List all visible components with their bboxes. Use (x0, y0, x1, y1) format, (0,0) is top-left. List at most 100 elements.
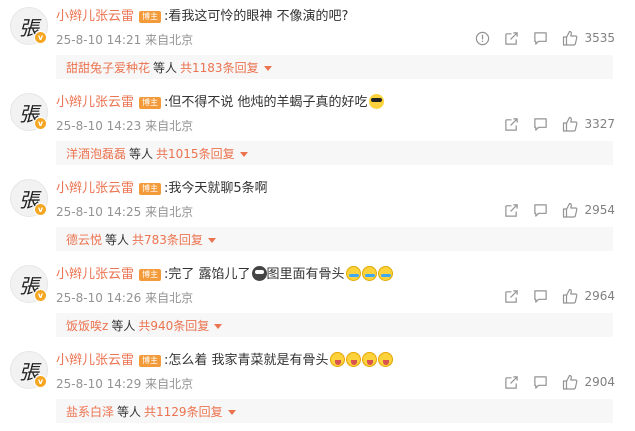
reply-count-link[interactable]: 共940条回复 (138, 319, 209, 333)
username-link[interactable]: 小辫儿张云雷 (56, 181, 134, 196)
comment-text: :完了 露馅儿了 (164, 267, 251, 282)
comment-actions: 3535 (461, 29, 615, 47)
like-button[interactable]: 3327 (562, 116, 615, 132)
author-tag: 博主 (139, 97, 162, 109)
reply-username[interactable]: 德云悦 (66, 233, 102, 247)
share-button[interactable] (504, 203, 519, 218)
reply-count-link[interactable]: 共783条回复 (132, 233, 203, 247)
reply-username[interactable]: 饭饭唉z (66, 319, 108, 333)
comment-item: 張 v 小辫儿张云雷 博主:完了 露馅儿了 图里面有骨头 25-8-10 14:26… (0, 258, 635, 344)
report-button[interactable] (475, 31, 490, 46)
comment-text-line: 小辫儿张云雷 博主:但不得不说 他炖的羊蝎子真的好吃 (56, 94, 384, 112)
like-icon (563, 288, 578, 304)
comment-time: 25-8-10 14:23 (56, 119, 142, 133)
report-icon (476, 31, 490, 45)
share-button[interactable] (504, 117, 519, 132)
comment-text: :但不得不说 他炖的羊蝎子真的好吃 (164, 95, 368, 110)
comment-text-line: 小辫儿张云雷 博主:看我这可怜的眼神 不像演的吧? (56, 8, 348, 26)
like-count: 3535 (584, 31, 615, 45)
reply-username[interactable]: 盐系白泽 (66, 405, 114, 419)
comment-time: 25-8-10 14:26 (56, 291, 142, 305)
comment-meta: 25-8-10 14:25 来自北京 (56, 203, 193, 220)
comment-time: 25-8-10 14:29 (56, 377, 142, 391)
comment-location: 来自北京 (145, 205, 194, 219)
share-icon (505, 375, 519, 389)
comment-meta: 25-8-10 14:23 来自北京 (56, 117, 193, 134)
comment-actions: 3327 (490, 115, 615, 133)
username-link[interactable]: 小辫儿张云雷 (56, 95, 134, 110)
verified-badge-icon: v (34, 203, 47, 216)
emoji-group (251, 266, 267, 282)
reply-summary-line[interactable]: 德云悦 等人 共783条回复 (66, 231, 216, 248)
reply-summary-line[interactable]: 洋酒泡磊磊 等人 共1015条回复 (66, 145, 248, 162)
chevron-down-icon (239, 152, 248, 157)
comment-button[interactable] (533, 375, 548, 390)
comment-button[interactable] (533, 289, 548, 304)
like-button[interactable]: 3535 (562, 30, 615, 46)
reply-count-link[interactable]: 共1015条回复 (156, 147, 235, 161)
emoji-group (368, 94, 384, 110)
comment-text-line: 小辫儿张云雷 博主:我今天就聊5条啊 (56, 180, 268, 198)
comment-actions: 2904 (490, 373, 615, 391)
laugh-emoji-icon (377, 352, 393, 367)
username-link[interactable]: 小辫儿张云雷 (56, 267, 134, 282)
reply-count-link[interactable]: 共1129条回复 (144, 405, 223, 419)
like-button[interactable]: 2954 (562, 202, 615, 218)
chevron-down-icon (214, 324, 223, 329)
comment-icon (534, 31, 548, 45)
like-icon (563, 30, 578, 46)
reply-username[interactable]: 洋酒泡磊磊 (66, 147, 126, 161)
emoji-group-trailing (345, 266, 393, 282)
comment-location: 来自北京 (145, 119, 194, 133)
reply-mid-text: 等人 (111, 319, 136, 333)
comment-feed: 張 v 小辫儿张云雷 博主:看我这可怜的眼神 不像演的吧? 25-8-10 14:… (0, 0, 635, 431)
comment-time: 25-8-10 14:21 (56, 33, 142, 47)
like-button[interactable]: 2904 (562, 374, 615, 390)
comment-item: 張 v 小辫儿张云雷 博主:我今天就聊5条啊 25-8-10 14:25 来自北京… (0, 172, 635, 258)
chevron-down-icon (207, 238, 216, 243)
laugh-emoji-icon (329, 352, 345, 367)
comment-text: :我今天就聊5条啊 (164, 181, 268, 196)
like-button[interactable]: 2964 (562, 288, 615, 304)
comment-item: 張 v 小辫儿张云雷 博主:怎么着 我家青菜就是有骨头 25-8-10 14:29… (0, 344, 635, 430)
author-tag: 博主 (139, 269, 162, 281)
chevron-down-icon (263, 66, 272, 71)
share-icon (505, 117, 519, 131)
username-link[interactable]: 小辫儿张云雷 (56, 9, 134, 24)
verified-badge-icon: v (34, 289, 47, 302)
reply-summary: 盐系白泽 等人 共1129条回复 (56, 399, 613, 423)
like-count: 2954 (584, 203, 615, 217)
reply-mid-text: 等人 (153, 61, 178, 75)
comment-icon (534, 117, 548, 131)
reply-summary-line[interactable]: 甜甜兔子爱种花 等人 共1183条回复 (66, 59, 272, 76)
comment-item: 張 v 小辫儿张云雷 博主:但不得不说 他炖的羊蝎子真的好吃 25-8-10 14… (0, 86, 635, 172)
comment-text: :看我这可怜的眼神 不像演的吧? (164, 9, 349, 24)
reply-summary-line[interactable]: 饭饭唉z 等人 共940条回复 (66, 317, 223, 334)
cool-emoji-icon (368, 94, 384, 109)
share-button[interactable] (504, 31, 519, 46)
share-button[interactable] (504, 375, 519, 390)
reply-mid-text: 等人 (105, 233, 130, 247)
comment-time: 25-8-10 14:25 (56, 205, 142, 219)
reply-summary-line[interactable]: 盐系白泽 等人 共1129条回复 (66, 403, 236, 420)
comment-icon (534, 203, 548, 217)
comment-meta: 25-8-10 14:21 来自北京 (56, 31, 193, 48)
share-button[interactable] (504, 289, 519, 304)
comment-text-line: 小辫儿张云雷 博主:完了 露馅儿了 图里面有骨头 (56, 266, 393, 284)
like-count: 2904 (584, 375, 615, 389)
reply-count-link[interactable]: 共1183条回复 (180, 61, 259, 75)
comment-meta: 25-8-10 14:26 来自北京 (56, 289, 193, 306)
reply-username[interactable]: 甜甜兔子爱种花 (66, 61, 150, 75)
author-tag: 博主 (139, 183, 162, 195)
like-count: 2964 (584, 289, 615, 303)
reply-mid-text: 等人 (117, 405, 142, 419)
comment-button[interactable] (533, 31, 548, 46)
comment-actions: 2964 (490, 287, 615, 305)
comment-item: 張 v 小辫儿张云雷 博主:看我这可怜的眼神 不像演的吧? 25-8-10 14:… (0, 0, 635, 86)
username-link[interactable]: 小辫儿张云雷 (56, 353, 134, 368)
comment-button[interactable] (533, 203, 548, 218)
verified-badge-icon: v (34, 31, 47, 44)
like-icon (563, 374, 578, 390)
comment-button[interactable] (533, 117, 548, 132)
reply-summary: 饭饭唉z 等人 共940条回复 (56, 313, 613, 337)
